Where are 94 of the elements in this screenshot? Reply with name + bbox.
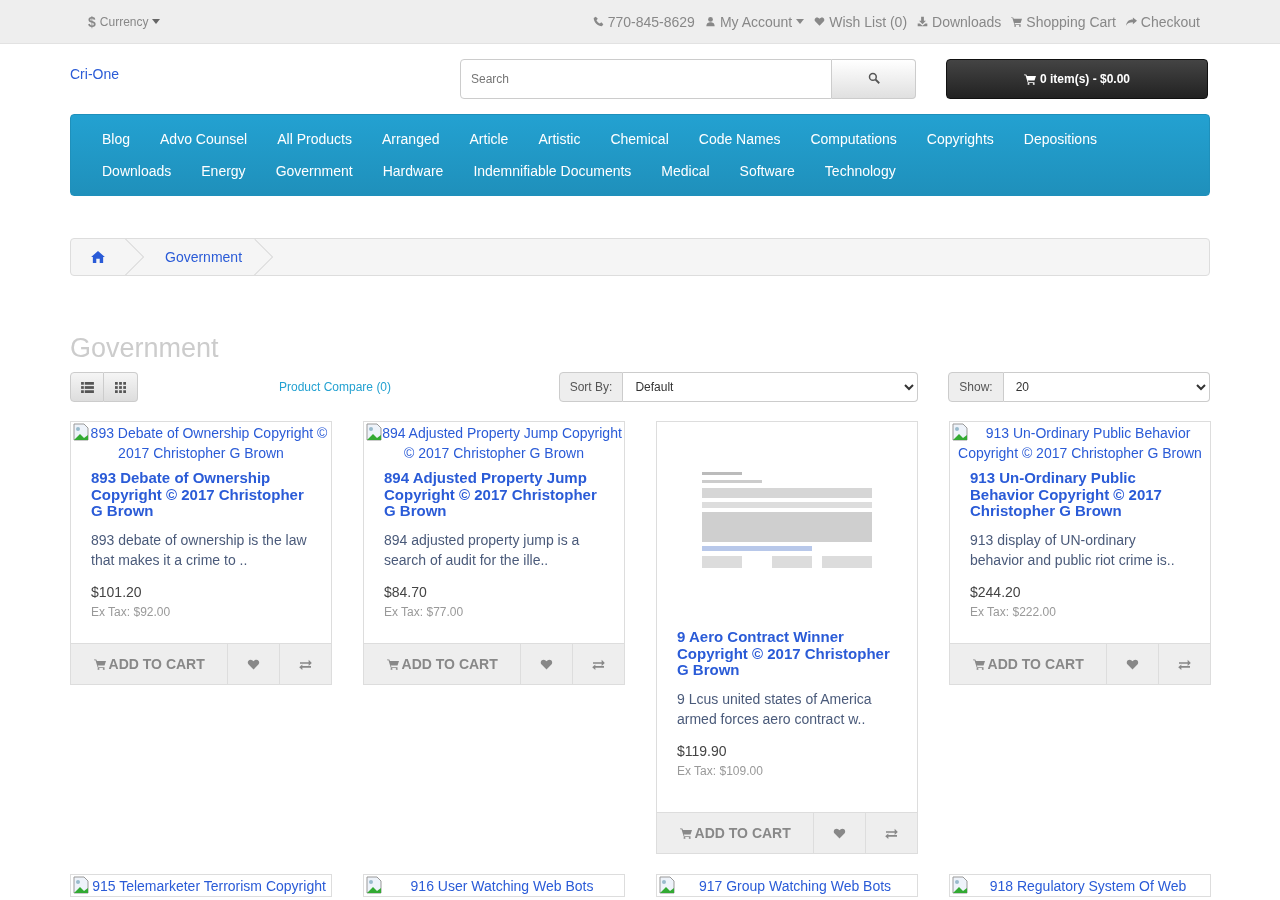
heart-icon <box>1126 657 1140 671</box>
list-icon <box>80 381 94 393</box>
broken-image-icon <box>73 876 89 894</box>
menu-item[interactable]: All Products <box>262 123 367 155</box>
broken-image-icon <box>366 423 382 441</box>
heart-icon <box>814 16 826 27</box>
menu-item[interactable]: Chemical <box>595 123 684 155</box>
phone-number: 770-845-8629 <box>607 13 695 30</box>
broken-image-icon <box>952 876 968 894</box>
ex-tax-price: Ex Tax: $222.00 <box>970 603 1057 621</box>
heart-icon <box>247 657 261 671</box>
download-icon <box>917 16 929 27</box>
cart-icon <box>972 658 985 670</box>
menu-item[interactable]: Artistic <box>523 123 596 155</box>
cart-icon <box>93 658 106 670</box>
menu-item[interactable]: Energy <box>186 155 261 187</box>
show-label: Show: <box>948 372 1004 402</box>
search-field[interactable]: Search <box>460 59 832 99</box>
broken-image-icon <box>952 423 968 441</box>
top-link[interactable]: Wish List (0) <box>814 13 908 30</box>
menu-item[interactable]: Indemnifiable Documents <box>458 155 647 187</box>
cart-icon <box>1011 16 1023 27</box>
cart-button[interactable]: 0 item(s) - $0.00 <box>946 59 1208 99</box>
heart-icon <box>540 657 554 671</box>
heart-icon <box>833 826 847 840</box>
menu-item[interactable]: Software <box>724 155 810 187</box>
image-alt-link[interactable]: 913 Un-Ordinary Public Behavior Copyright © 2017 Christopher G Brown <box>952 423 1208 463</box>
breadcrumb-separator-icon <box>254 239 275 275</box>
cart-icon <box>1023 73 1036 85</box>
broken-image-icon <box>659 876 675 894</box>
search-button[interactable] <box>832 59 916 99</box>
image-alt-link[interactable]: 917 Group Watching Web Bots <box>698 878 892 894</box>
top-link[interactable]: Downloads <box>917 13 1002 30</box>
menu-item[interactable]: Hardware <box>367 155 459 187</box>
swap-arrows-icon <box>885 827 899 839</box>
cart-icon <box>679 827 692 839</box>
search-icon <box>867 71 880 84</box>
product-price: $244.20 <box>970 582 1022 602</box>
menu-item[interactable]: Arranged <box>366 123 455 155</box>
show-select[interactable]: 20 <box>1003 372 1210 402</box>
image-alt-link[interactable]: 916 User Watching Web Bots <box>410 878 594 894</box>
user-icon <box>704 16 716 27</box>
product-compare-link[interactable]: Product Compare (0) <box>279 380 559 394</box>
menu-item[interactable]: Blog <box>87 123 146 155</box>
currency-dropdown[interactable]: $ Currency <box>88 13 161 30</box>
image-alt-link[interactable]: 894 Adjusted Property Jump Copyright © 2017 Christopher G Brown <box>366 423 622 463</box>
top-link[interactable]: My Account <box>704 13 805 30</box>
swap-arrows-icon <box>1178 658 1192 670</box>
product-description: 893 debate of ownership is the law that makes it a crime to .. <box>91 530 308 570</box>
menu-item[interactable]: Advo Counsel <box>145 123 263 155</box>
logo-link[interactable]: Cri-One <box>70 66 460 82</box>
broken-image-icon <box>366 876 382 894</box>
breadcrumb-link[interactable]: Government <box>145 249 255 265</box>
menu-item[interactable]: Downloads <box>87 155 187 187</box>
caret-icon <box>152 19 161 24</box>
ex-tax-price: Ex Tax: $109.00 <box>677 762 764 780</box>
list-view-button[interactable] <box>70 372 104 402</box>
sort-label: Sort By: <box>558 372 624 402</box>
product-name-link[interactable]: 913 Un-Ordinary Public Behavior Copyright © 2017 Christopher G Brown <box>970 470 1190 520</box>
top-link[interactable]: Checkout <box>1125 13 1200 30</box>
menu-item[interactable]: Code Names <box>683 123 796 155</box>
product-name-link[interactable]: 893 Debate of Ownership Copyright © 2017 Christopher G Brown <box>91 470 311 520</box>
top-link[interactable]: Shopping Cart <box>1011 13 1116 30</box>
sort-select[interactable]: Default <box>623 372 919 402</box>
image-alt-link[interactable]: 893 Debate of Ownership Copyright © 2017 Christopher G Brown <box>73 423 329 463</box>
cart-icon <box>386 658 399 670</box>
grid-icon <box>115 381 126 393</box>
menu-item[interactable]: Article <box>454 123 524 155</box>
swap-arrows-icon <box>299 658 313 670</box>
phone-icon <box>592 16 604 27</box>
breadcrumb-separator-icon <box>125 239 145 275</box>
ex-tax-price: Ex Tax: $77.00 <box>384 603 465 621</box>
ex-tax-price: Ex Tax: $92.00 <box>91 603 172 621</box>
menu-item[interactable]: Government <box>260 155 368 187</box>
grid-view-button[interactable] <box>104 372 138 402</box>
menu-item[interactable]: Technology <box>809 155 911 187</box>
menu-item[interactable]: Computations <box>795 123 912 155</box>
product-description: 913 display of UN-ordinary behavior and public riot crime is.. <box>970 530 1176 570</box>
product-description: 894 adjusted property jump is a search of audit for the ille.. <box>384 530 581 570</box>
menu-item[interactable]: Depositions <box>1008 123 1112 155</box>
product-price: $119.90 <box>677 741 728 761</box>
product-price: $84.70 <box>384 582 428 602</box>
home-icon <box>91 251 105 263</box>
share-arrow-icon <box>1125 16 1137 27</box>
product-price: $101.20 <box>91 582 143 602</box>
swap-arrows-icon <box>592 658 606 670</box>
menu-item[interactable]: Copyrights <box>911 123 1009 155</box>
product-name-link[interactable]: 894 Adjusted Property Jump Copyright © 2017 Christopher G Brown <box>384 470 604 520</box>
menu-item[interactable]: Medical <box>646 155 725 187</box>
image-alt-link[interactable]: 918 Regulatory System Of Web <box>989 878 1187 894</box>
image-alt-link[interactable]: 915 Telemarketer Terrorism Copyright <box>92 878 326 894</box>
broken-image-icon <box>73 423 89 441</box>
product-description: 9 Lcus united states of America armed forces aero contract w.. <box>677 689 873 729</box>
product-name-link[interactable]: 9 Aero Contract Winner Copyright © 2017 Christopher G Brown <box>677 629 897 679</box>
